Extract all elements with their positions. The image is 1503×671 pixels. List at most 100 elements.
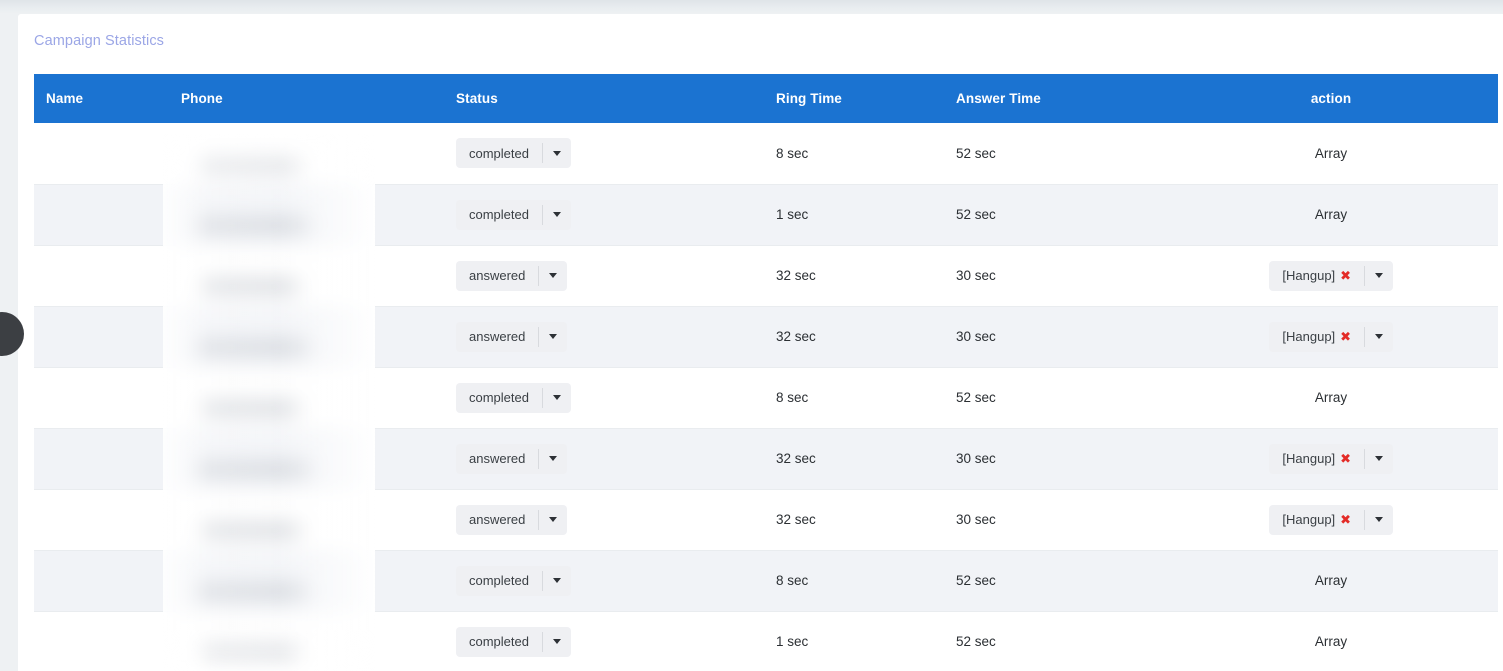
close-x-icon: ✖ xyxy=(1340,329,1351,344)
close-x-icon: ✖ xyxy=(1340,451,1351,466)
cell-name xyxy=(34,245,169,307)
status-dropdown-button[interactable]: completed xyxy=(456,565,571,596)
cell-answer-time: 30 sec xyxy=(944,489,1164,551)
campaign-statistics-table-wrapper: Name Phone Status Ring Time Answer Time … xyxy=(34,74,1498,671)
action-array-label: Array xyxy=(1314,573,1348,588)
cell-name xyxy=(34,367,169,429)
cell-ring-time: 1 sec xyxy=(764,611,944,671)
cell-phone xyxy=(169,123,444,185)
table-row: completed 1 sec 52 sec Array xyxy=(34,611,1498,671)
status-dropdown-button[interactable]: completed xyxy=(456,382,571,413)
column-header-ring-time[interactable]: Ring Time xyxy=(764,74,944,123)
status-dropdown-button[interactable]: completed xyxy=(456,199,571,230)
hangup-button-content[interactable]: [Hangup] ✖ xyxy=(1269,505,1363,535)
chevron-down-icon[interactable] xyxy=(1365,322,1393,352)
chevron-down-icon[interactable] xyxy=(543,566,571,596)
cell-status: answered xyxy=(444,306,764,368)
cell-name xyxy=(34,428,169,490)
cell-answer-time: 30 sec xyxy=(944,245,1164,307)
column-header-name[interactable]: Name xyxy=(34,74,169,123)
chevron-down-icon[interactable] xyxy=(543,383,571,413)
status-label: completed xyxy=(469,573,529,588)
status-dropdown-button[interactable]: answered xyxy=(456,260,568,291)
cell-name xyxy=(34,489,169,551)
status-label: completed xyxy=(469,634,529,649)
cell-answer-time: 30 sec xyxy=(944,428,1164,490)
close-x-icon: ✖ xyxy=(1340,512,1351,527)
cell-name xyxy=(34,123,169,185)
chevron-down-icon[interactable] xyxy=(539,444,567,474)
cell-name xyxy=(34,184,169,246)
cell-phone xyxy=(169,611,444,671)
hangup-dropdown-button[interactable]: [Hangup] ✖ xyxy=(1269,321,1393,352)
hangup-dropdown-button[interactable]: [Hangup] ✖ xyxy=(1269,504,1393,535)
cell-status: answered xyxy=(444,245,764,307)
cell-name xyxy=(34,611,169,671)
chevron-down-icon[interactable] xyxy=(539,505,567,535)
table-header-row: Name Phone Status Ring Time Answer Time … xyxy=(34,74,1498,123)
cell-phone xyxy=(169,550,444,612)
table-row: answered 32 sec 30 sec [Hangup] ✖ xyxy=(34,306,1498,368)
chevron-down-icon[interactable] xyxy=(539,322,567,352)
cell-name xyxy=(34,550,169,612)
cell-ring-time: 8 sec xyxy=(764,367,944,429)
cell-ring-time: 32 sec xyxy=(764,245,944,307)
status-label: completed xyxy=(469,207,529,222)
table-row: completed 8 sec 52 sec Array xyxy=(34,550,1498,612)
chevron-down-icon[interactable] xyxy=(543,200,571,230)
page-title: Campaign Statistics xyxy=(34,33,165,49)
campaign-statistics-table: Name Phone Status Ring Time Answer Time … xyxy=(34,74,1498,671)
hangup-button-content[interactable]: [Hangup] ✖ xyxy=(1269,261,1363,291)
chevron-down-icon[interactable] xyxy=(1365,444,1393,474)
cell-ring-time: 8 sec xyxy=(764,123,944,185)
chevron-down-icon[interactable] xyxy=(1365,261,1393,291)
status-dropdown-button[interactable]: completed xyxy=(456,626,571,657)
hangup-label: [Hangup] xyxy=(1282,329,1336,344)
status-dropdown-button[interactable]: answered xyxy=(456,504,568,535)
cell-answer-time: 52 sec xyxy=(944,123,1164,185)
cell-name xyxy=(34,306,169,368)
action-array-label: Array xyxy=(1314,390,1348,405)
status-label: answered xyxy=(469,451,526,466)
cell-status: answered xyxy=(444,489,764,551)
cell-phone xyxy=(169,489,444,551)
status-dropdown-button[interactable]: completed xyxy=(456,138,571,169)
cell-answer-time: 52 sec xyxy=(944,611,1164,671)
hangup-dropdown-button[interactable]: [Hangup] ✖ xyxy=(1269,443,1393,474)
status-label: answered xyxy=(469,329,526,344)
cell-status: completed xyxy=(444,611,764,671)
status-label: completed xyxy=(469,145,529,161)
cell-ring-time: 8 sec xyxy=(764,550,944,612)
hangup-label: [Hangup] xyxy=(1282,268,1336,283)
cell-phone xyxy=(169,306,444,368)
action-array-label: Array xyxy=(1314,145,1348,161)
cell-action: [Hangup] ✖ xyxy=(1164,428,1498,490)
cell-action: [Hangup] ✖ xyxy=(1164,306,1498,368)
column-header-action[interactable]: action xyxy=(1164,74,1498,123)
table-head: Name Phone Status Ring Time Answer Time … xyxy=(34,74,1498,123)
cell-action: Array xyxy=(1164,550,1498,612)
status-dropdown-button[interactable]: answered xyxy=(456,443,568,474)
hangup-button-content[interactable]: [Hangup] ✖ xyxy=(1269,444,1363,474)
chevron-down-icon[interactable] xyxy=(543,138,571,168)
cell-answer-time: 52 sec xyxy=(944,367,1164,429)
cell-answer-time: 30 sec xyxy=(944,306,1164,368)
hangup-label: [Hangup] xyxy=(1282,451,1336,466)
chevron-down-icon[interactable] xyxy=(543,627,571,657)
cell-action: [Hangup] ✖ xyxy=(1164,245,1498,307)
chevron-down-icon[interactable] xyxy=(1365,505,1393,535)
column-header-phone[interactable]: Phone xyxy=(169,74,444,123)
table-row: completed 8 sec 52 sec Array xyxy=(34,367,1498,429)
hangup-dropdown-button[interactable]: [Hangup] ✖ xyxy=(1269,260,1393,291)
table-row: completed 1 sec 52 sec Array xyxy=(34,184,1498,246)
hangup-button-content[interactable]: [Hangup] ✖ xyxy=(1269,322,1363,352)
column-header-answer-time[interactable]: Answer Time xyxy=(944,74,1164,123)
cell-status: completed xyxy=(444,367,764,429)
content-card: Campaign Statistics Name Phone Status Ri… xyxy=(18,14,1503,671)
cell-status: completed xyxy=(444,123,764,185)
column-header-status[interactable]: Status xyxy=(444,74,764,123)
table-body: completed 8 sec 52 sec Array completed 1 sec 5… xyxy=(34,123,1498,671)
chevron-down-icon[interactable] xyxy=(539,261,567,291)
close-x-icon: ✖ xyxy=(1340,268,1351,283)
status-dropdown-button[interactable]: answered xyxy=(456,321,568,352)
